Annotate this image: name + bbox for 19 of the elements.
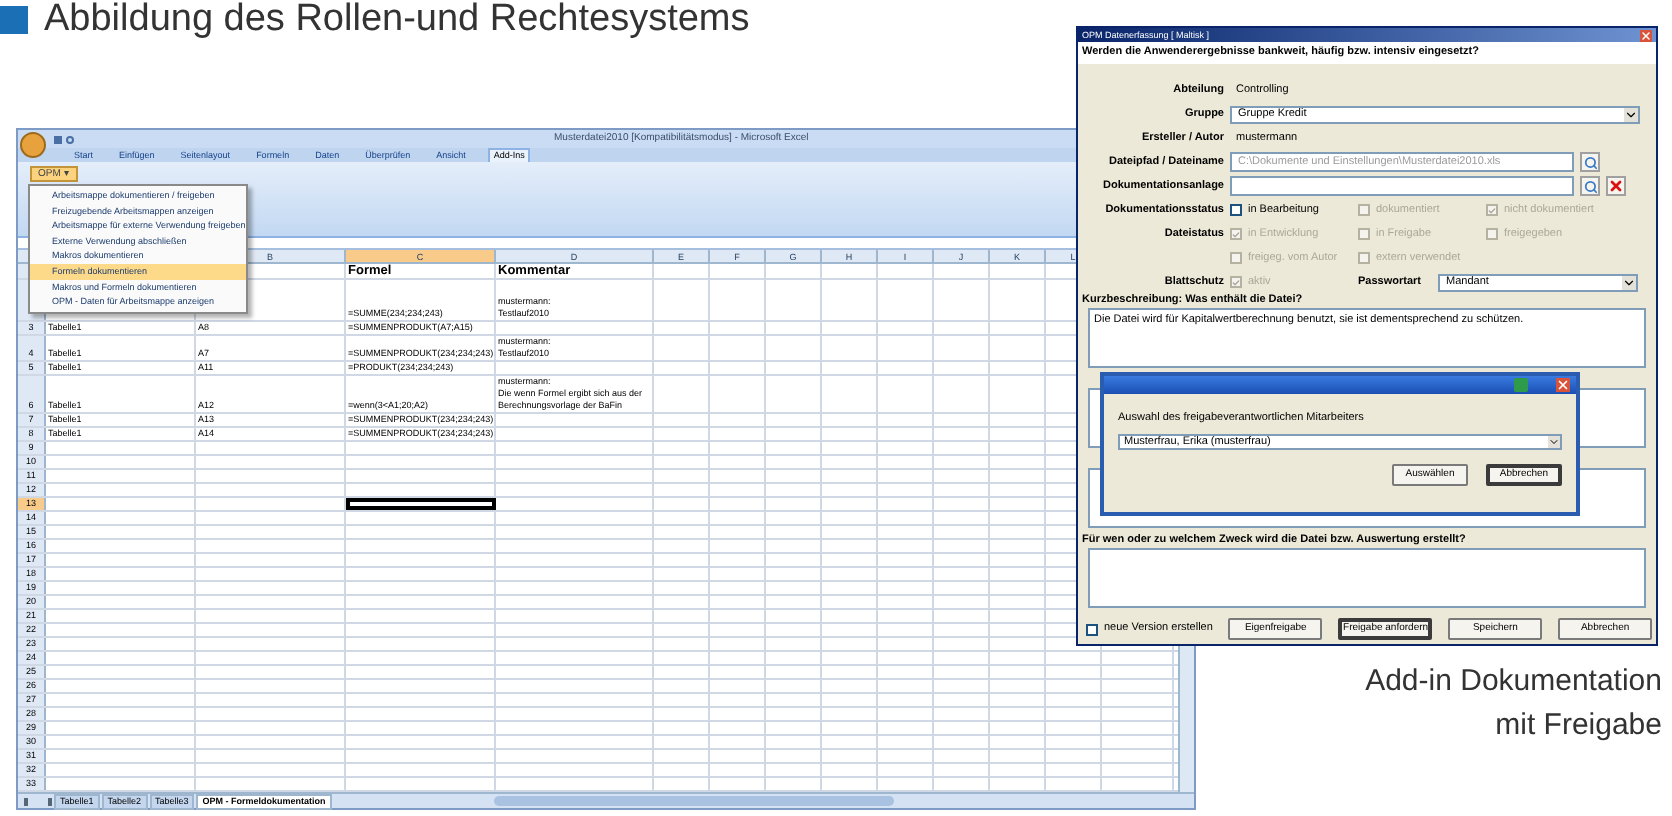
checkbox[interactable] xyxy=(1086,623,1098,635)
office-button-icon[interactable] xyxy=(20,132,46,158)
checkbox[interactable] xyxy=(1230,204,1242,216)
app-icon xyxy=(1514,378,1528,392)
selected-cell[interactable] xyxy=(346,498,496,510)
heading: Abbildung des Rollen-und Rechtesystems xyxy=(44,0,750,40)
dropdown-arrow-icon xyxy=(1624,107,1638,121)
search-button[interactable] xyxy=(1580,176,1600,196)
horizontal-scrollbar[interactable] xyxy=(493,796,894,806)
delete-button[interactable] xyxy=(1606,176,1626,196)
dropdown-arrow-icon xyxy=(1548,436,1560,449)
dropdown-arrow-icon xyxy=(1622,275,1636,289)
input-field[interactable] xyxy=(1230,176,1574,196)
text-area[interactable] xyxy=(1088,548,1646,608)
heading-square-icon xyxy=(0,6,28,34)
figure-caption: Add-in Dokumentation mit Freigabe xyxy=(1363,662,1662,746)
search-button[interactable] xyxy=(1580,152,1600,172)
close-icon[interactable] xyxy=(1556,378,1570,392)
close-icon[interactable] xyxy=(1640,29,1652,41)
